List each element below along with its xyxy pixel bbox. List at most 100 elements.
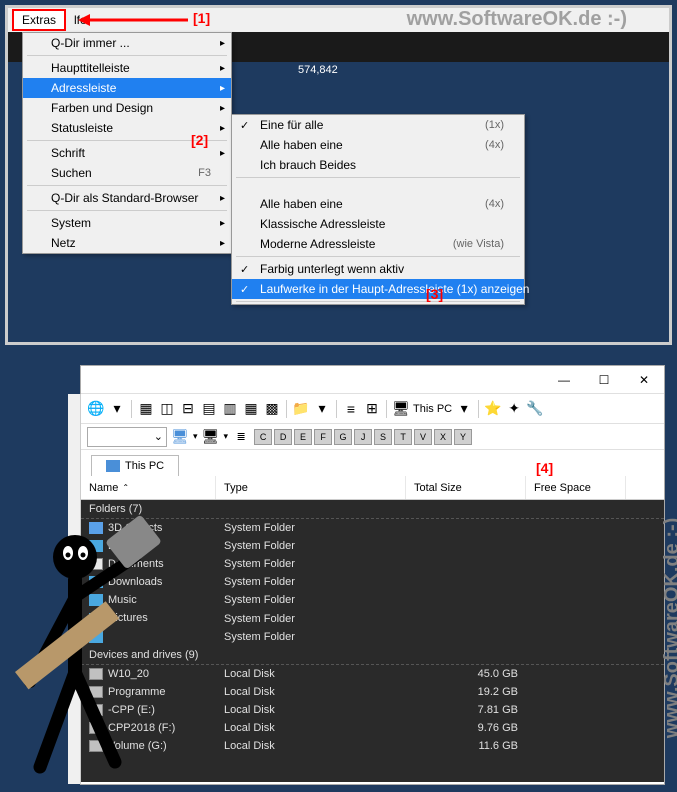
layout-3-icon[interactable]: ⊟ — [179, 400, 197, 418]
drive-button-t[interactable]: T — [394, 429, 412, 445]
label: Alle haben eine — [260, 197, 343, 211]
menu-netz[interactable]: Netz▸ — [23, 233, 231, 253]
drive-button-g[interactable]: G — [334, 429, 352, 445]
hint: (wie Vista) — [453, 238, 504, 250]
menu-haupttitel[interactable]: Haupttitelleiste▸ — [23, 58, 231, 78]
callout-4: [4] — [536, 460, 553, 476]
label: Klassische Adressleiste — [260, 217, 385, 231]
menu-farbig[interactable]: ✓Farbig unterlegt wenn aktiv — [232, 259, 524, 279]
drive-button-j[interactable]: J — [354, 429, 372, 445]
menu-ich-brauch[interactable]: Ich brauch Beides — [232, 155, 524, 175]
dropdown-icon[interactable]: ▾ — [193, 431, 198, 442]
menu-separator — [27, 55, 227, 56]
monitor-blue-icon[interactable]: 🖥 — [171, 428, 189, 446]
layout-5-icon[interactable]: ▥ — [221, 400, 239, 418]
check-icon: ✓ — [240, 119, 249, 132]
menu-qdir-browser[interactable]: Q-Dir als Standard-Browser▸ — [23, 188, 231, 208]
tool-icon[interactable]: 🔧 — [526, 400, 544, 418]
label: Q-Dir immer ... — [51, 36, 130, 50]
label: Statusleiste — [51, 121, 113, 135]
menu-qdir-immer[interactable]: Q-Dir immer ... ▸ — [23, 33, 231, 53]
drive-button-c[interactable]: C — [254, 429, 272, 445]
label: Q-Dir als Standard-Browser — [51, 191, 198, 205]
menu-separator — [27, 185, 227, 186]
drive-button-x[interactable]: X — [434, 429, 452, 445]
layout-4-icon[interactable]: ▤ — [200, 400, 218, 418]
label: Schrift — [51, 146, 85, 160]
tab-label: This PC — [125, 460, 164, 472]
thispc-label[interactable]: This PC — [413, 403, 452, 415]
submenu-arrow-icon: ▸ — [220, 238, 225, 249]
view-grid-icon[interactable]: ⊞ — [363, 400, 381, 418]
menu-adressleiste[interactable]: Adressleiste▸ — [23, 78, 231, 98]
col-name[interactable]: Name⌃ — [81, 476, 216, 499]
view-list-icon[interactable]: ≡ — [342, 400, 360, 418]
minimize-button[interactable]: — — [544, 366, 584, 394]
menu-extras[interactable]: Extras — [12, 9, 66, 31]
submenu-arrow-icon: ▸ — [220, 148, 225, 159]
drive-button-e[interactable]: E — [294, 429, 312, 445]
drive-button-s[interactable]: S — [374, 429, 392, 445]
stick-figure-hammer-icon — [5, 507, 185, 787]
submenu-arrow-icon: ▸ — [220, 83, 225, 94]
menu-alle-haben-2[interactable]: Alle haben eine(4x) — [232, 194, 524, 214]
drive-button-y[interactable]: Y — [454, 429, 472, 445]
menu-moderne[interactable]: Moderne Adressleiste (wie Vista) — [232, 234, 524, 254]
star-icon[interactable]: ⭐ — [484, 400, 502, 418]
drive-button-f[interactable]: F — [314, 429, 332, 445]
submenu-arrow-icon: ▸ — [220, 218, 225, 229]
dropdown-icon[interactable]: ▾ — [313, 400, 331, 418]
monitor-icon[interactable]: 🖥 — [202, 428, 220, 446]
dropdown-icon[interactable]: ▾ — [108, 400, 126, 418]
submenu-arrow-icon: ▸ — [220, 123, 225, 134]
list-small-icon[interactable]: ≣ — [232, 428, 250, 446]
layout-7-icon[interactable]: ▩ — [263, 400, 281, 418]
drive-button-v[interactable]: V — [414, 429, 432, 445]
pc-small-icon[interactable]: 🖥 — [392, 400, 410, 418]
dropdown-icon[interactable]: ▾ — [455, 400, 473, 418]
hint: (1x) — [485, 119, 504, 131]
callout-1: [1] — [193, 10, 210, 26]
top-menu-panel: Extras lfo [1] 574,842 Q-Dir immer ...▸ … — [5, 5, 672, 345]
maximize-button[interactable]: ☐ — [584, 366, 624, 394]
menu-eine-fuer-alle[interactable]: ✓ Eine für alle (1x) — [232, 115, 524, 135]
menu-farben[interactable]: Farben und Design▸ — [23, 98, 231, 118]
menu-separator — [236, 177, 520, 178]
label: Name — [89, 482, 118, 494]
drive-button-d[interactable]: D — [274, 429, 292, 445]
menu-laufwerke[interactable]: ✓Laufwerke in der Haupt-Adressleiste (1x… — [232, 279, 524, 299]
drive-toolbar: ⌄ 🖥 ▾ 🖥 ▾ ≣ CDEFGJSTVXY — [81, 424, 664, 450]
label: Moderne Adressleiste — [260, 237, 375, 251]
col-size[interactable]: Total Size — [406, 476, 526, 499]
title-bar: — ☐ ✕ — [81, 366, 664, 394]
dropdown-icon[interactable]: ▾ — [224, 431, 229, 442]
watermark-top: www.SoftwareOK.de :-) — [407, 8, 627, 31]
submenu-arrow-icon: ▸ — [220, 38, 225, 49]
layout-6-icon[interactable]: ▦ — [242, 400, 260, 418]
menu-system[interactable]: System▸ — [23, 213, 231, 233]
close-button[interactable]: ✕ — [624, 366, 664, 394]
globe-icon[interactable]: 🌐 — [87, 400, 105, 418]
watermark-side: www.SoftwareOK.de :-) — [661, 518, 677, 738]
menu-suchen[interactable]: SuchenF3 — [23, 163, 231, 183]
main-toolbar: 🌐 ▾ ▦ ◫ ⊟ ▤ ▥ ▦ ▩ 📁 ▾ ≡ ⊞ 🖥 This PC ▾ ⭐ … — [81, 394, 664, 424]
tab-thispc[interactable]: This PC — [91, 455, 179, 476]
menu-alle-haben[interactable]: Alle haben eine(4x) — [232, 135, 524, 155]
number-value: 574,842 — [298, 64, 338, 76]
col-free[interactable]: Free Space — [526, 476, 626, 499]
label: Ich brauch Beides — [260, 158, 356, 172]
folder-tree-icon[interactable]: 📁 — [292, 400, 310, 418]
menu-separator — [27, 210, 227, 211]
layout-2-icon[interactable]: ◫ — [158, 400, 176, 418]
gear-icon[interactable]: ✦ — [505, 400, 523, 418]
label: Eine für alle — [260, 118, 323, 132]
address-combo[interactable]: ⌄ — [87, 427, 167, 447]
col-type[interactable]: Type — [216, 476, 406, 499]
pc-icon — [106, 460, 120, 472]
menu-separator — [236, 301, 520, 302]
callout-2: [2] — [191, 132, 208, 148]
menu-klassische[interactable]: Klassische Adressleiste — [232, 214, 524, 234]
layout-1-icon[interactable]: ▦ — [137, 400, 155, 418]
callout-3: [3] — [426, 286, 443, 302]
tab-strip: This PC [4] — [81, 450, 664, 476]
